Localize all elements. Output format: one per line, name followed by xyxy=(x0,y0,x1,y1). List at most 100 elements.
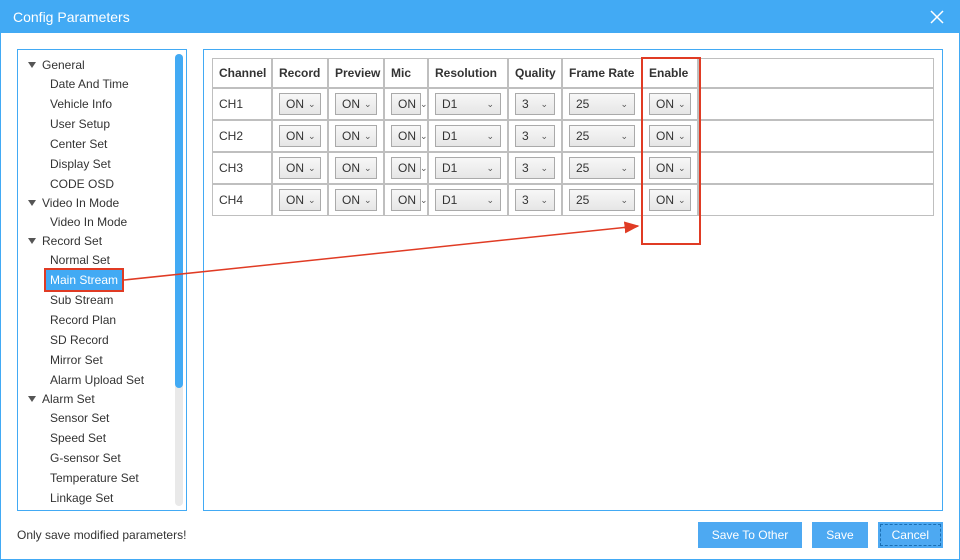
framerate-select[interactable]: 25⌄ xyxy=(569,189,635,211)
table-header-row: ChannelRecordPreviewMicResolutionQuality… xyxy=(212,58,934,88)
cancel-button[interactable]: Cancel xyxy=(878,522,943,548)
chevron-down-icon: ⌄ xyxy=(420,195,428,206)
sidebar-scrollbar[interactable] xyxy=(175,54,183,506)
preview-select[interactable]: ON⌄ xyxy=(335,125,377,147)
cell-mic: ON⌄ xyxy=(384,88,428,120)
tree-item-center-set[interactable]: Center Set xyxy=(46,134,111,154)
framerate-select[interactable]: 25⌄ xyxy=(569,93,635,115)
cell-channel: CH2 xyxy=(212,120,272,152)
tree-item-alarm-upload-set[interactable]: Alarm Upload Set xyxy=(46,370,148,390)
mic-select[interactable]: ON⌄ xyxy=(391,125,421,147)
chevron-down-icon: ⌄ xyxy=(620,99,628,110)
resolution-select[interactable]: D1⌄ xyxy=(435,125,501,147)
titlebar: Config Parameters xyxy=(1,1,959,33)
preview-select-value: ON xyxy=(342,161,360,175)
tree-group-alarm-set[interactable]: Alarm Set xyxy=(28,390,172,408)
enable-select[interactable]: ON⌄ xyxy=(649,157,691,179)
resolution-select[interactable]: D1⌄ xyxy=(435,189,501,211)
quality-select[interactable]: 3⌄ xyxy=(515,157,555,179)
chevron-down-icon xyxy=(28,200,36,206)
tree-item-sd-record[interactable]: SD Record xyxy=(46,330,113,350)
framerate-select-value: 25 xyxy=(576,129,589,143)
tree-item-mirror-set[interactable]: Mirror Set xyxy=(46,350,107,370)
cell-enable: ON⌄ xyxy=(642,152,698,184)
tree-item-g-sensor-set[interactable]: G-sensor Set xyxy=(46,448,125,468)
cell-record: ON⌄ xyxy=(272,152,328,184)
framerate-select[interactable]: 25⌄ xyxy=(569,157,635,179)
chevron-down-icon: ⌄ xyxy=(364,131,372,142)
chevron-down-icon: ⌄ xyxy=(308,99,316,110)
quality-select[interactable]: 3⌄ xyxy=(515,125,555,147)
window-title: Config Parameters xyxy=(13,9,130,25)
cell-quality: 3⌄ xyxy=(508,120,562,152)
tree-item-sensor-set[interactable]: Sensor Set xyxy=(46,408,113,428)
chevron-down-icon: ⌄ xyxy=(364,99,372,110)
save-button[interactable]: Save xyxy=(812,522,867,548)
resolution-select[interactable]: D1⌄ xyxy=(435,157,501,179)
record-select[interactable]: ON ⌄ xyxy=(279,189,321,211)
chevron-down-icon: ⌄ xyxy=(308,195,316,206)
quality-select-value: 3 xyxy=(522,161,529,175)
chevron-down-icon: ⌄ xyxy=(620,163,628,174)
scroll-down-cap xyxy=(175,498,183,506)
chevron-down-icon: ⌄ xyxy=(420,131,428,142)
tree-item-linkage-set[interactable]: Linkage Set xyxy=(46,488,117,508)
tree-item-record-plan[interactable]: Record Plan xyxy=(46,310,120,330)
record-select[interactable]: ON⌄ xyxy=(279,125,321,147)
resolution-select-value: D1 xyxy=(442,193,457,207)
enable-select[interactable]: ON⌄ xyxy=(649,125,691,147)
tree-item-user-setup[interactable]: User Setup xyxy=(46,114,114,134)
mic-select[interactable]: ON⌄ xyxy=(391,189,421,211)
tree-group-record-set[interactable]: Record Set xyxy=(28,232,172,250)
record-select-value: ON xyxy=(286,193,304,207)
framerate-select[interactable]: 25 ⌄ xyxy=(569,125,635,147)
resolution-select-value: D1 xyxy=(442,129,457,143)
tree-item-vehicle-info[interactable]: Vehicle Info xyxy=(46,94,116,114)
record-select-value: ON xyxy=(286,97,304,111)
enable-select-value: ON xyxy=(656,161,674,175)
table-row: CH4ON⌄ON⌄ON⌄D1⌄3⌄25⌄ON⌄ xyxy=(212,184,934,216)
preview-select[interactable]: ON⌄ xyxy=(335,189,377,211)
mic-select-value: ON xyxy=(398,97,416,111)
cell-quality: 3⌄ xyxy=(508,184,562,216)
cell-framerate: 25 ⌄ xyxy=(562,120,642,152)
tree-item-code-osd[interactable]: CODE OSD xyxy=(46,174,118,194)
chevron-down-icon: ⌄ xyxy=(486,99,494,110)
cell-spacer xyxy=(698,184,934,216)
tree-item-sub-stream[interactable]: Sub Stream xyxy=(46,290,117,310)
tree-group-label: Video In Mode xyxy=(42,194,119,212)
chevron-down-icon: ⌄ xyxy=(620,195,628,206)
cell-spacer xyxy=(698,120,934,152)
tree-item-date-and-time[interactable]: Date And Time xyxy=(46,74,133,94)
chevron-down-icon: ⌄ xyxy=(540,99,548,110)
mic-select[interactable]: ON⌄ xyxy=(391,157,421,179)
col-header-enable: Enable xyxy=(642,58,698,88)
tree-item-main-stream[interactable]: Main Stream xyxy=(46,270,122,290)
save-to-other-button[interactable]: Save To Other xyxy=(698,522,803,548)
col-header-channel: Channel xyxy=(212,58,272,88)
tree-item-display-set[interactable]: Display Set xyxy=(46,154,115,174)
cell-quality: 3⌄ xyxy=(508,88,562,120)
cell-preview: ON⌄ xyxy=(328,120,384,152)
tree-group-video-in-mode[interactable]: Video In Mode xyxy=(28,194,172,212)
close-button[interactable] xyxy=(925,5,949,29)
quality-select[interactable]: 3⌄ xyxy=(515,189,555,211)
sidebar: GeneralDate And TimeVehicle InfoUser Set… xyxy=(17,49,187,511)
mic-select[interactable]: ON⌄ xyxy=(391,93,421,115)
tree-item-speed-set[interactable]: Speed Set xyxy=(46,428,110,448)
resolution-select[interactable]: D1⌄ xyxy=(435,93,501,115)
scroll-thumb[interactable] xyxy=(175,54,183,388)
record-select[interactable]: ON⌄ xyxy=(279,157,321,179)
preview-select[interactable]: ON⌄ xyxy=(335,93,377,115)
quality-select[interactable]: 3⌄ xyxy=(515,93,555,115)
enable-select[interactable]: ON⌄ xyxy=(649,189,691,211)
tree-item-video-in-mode[interactable]: Video In Mode xyxy=(46,212,131,232)
tree-item-temperature-set[interactable]: Temperature Set xyxy=(46,468,143,488)
enable-select[interactable]: ON⌄ xyxy=(649,93,691,115)
record-select[interactable]: ON ⌄ xyxy=(279,93,321,115)
preview-select[interactable]: ON⌄ xyxy=(335,157,377,179)
tree-group-general[interactable]: General xyxy=(28,56,172,74)
chevron-down-icon: ⌄ xyxy=(620,131,628,142)
resolution-select-value: D1 xyxy=(442,161,457,175)
tree-item-normal-set[interactable]: Normal Set xyxy=(46,250,114,270)
